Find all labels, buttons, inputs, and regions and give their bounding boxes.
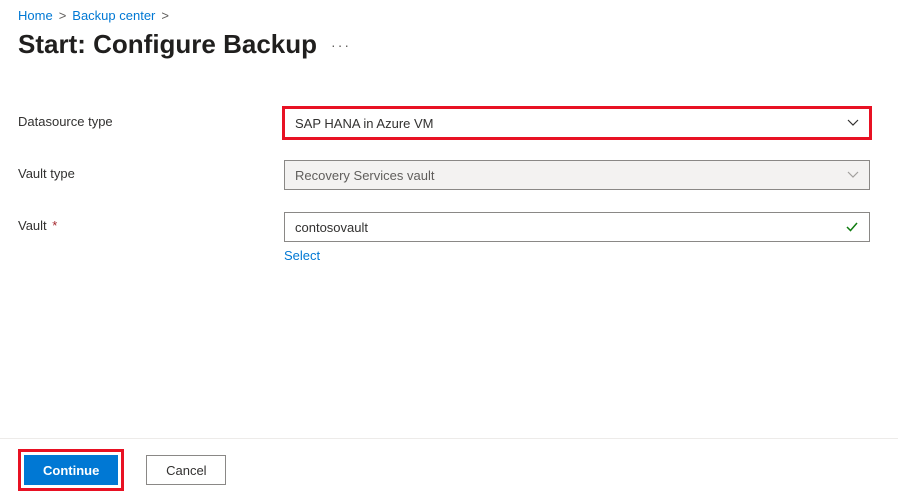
- input-vault-value: contosovault: [295, 220, 368, 235]
- field-vault-type: Vault type Recovery Services vault: [18, 160, 880, 190]
- select-vault-type-value: Recovery Services vault: [295, 168, 434, 183]
- select-datasource-type[interactable]: SAP HANA in Azure VM: [284, 108, 870, 138]
- breadcrumb-sep-2: >: [161, 8, 169, 23]
- more-actions-button[interactable]: ···: [331, 37, 351, 53]
- checkmark-icon: [845, 220, 859, 234]
- field-datasource-type: Datasource type SAP HANA in Azure VM: [18, 108, 880, 138]
- breadcrumb-backup-center[interactable]: Backup center: [72, 8, 155, 23]
- continue-highlight-box: Continue: [18, 449, 124, 491]
- label-vault-text: Vault: [18, 218, 47, 233]
- label-vault-type: Vault type: [18, 160, 284, 181]
- field-vault: Vault * contosovault Select: [18, 212, 880, 263]
- label-datasource-type: Datasource type: [18, 108, 284, 129]
- required-asterisk: *: [52, 218, 57, 233]
- continue-button[interactable]: Continue: [24, 455, 118, 485]
- select-datasource-value: SAP HANA in Azure VM: [295, 116, 434, 131]
- chevron-down-icon: [847, 117, 859, 129]
- select-vault-link[interactable]: Select: [284, 248, 320, 263]
- label-vault: Vault *: [18, 212, 284, 233]
- cancel-button[interactable]: Cancel: [146, 455, 226, 485]
- breadcrumb-sep-1: >: [59, 8, 67, 23]
- input-vault[interactable]: contosovault: [284, 212, 870, 242]
- title-row: Start: Configure Backup ···: [18, 29, 880, 60]
- breadcrumb: Home > Backup center >: [18, 8, 880, 23]
- breadcrumb-home[interactable]: Home: [18, 8, 53, 23]
- footer-bar: Continue Cancel: [0, 438, 898, 501]
- chevron-down-icon: [847, 169, 859, 181]
- select-vault-type: Recovery Services vault: [284, 160, 870, 190]
- page-title: Start: Configure Backup: [18, 29, 317, 60]
